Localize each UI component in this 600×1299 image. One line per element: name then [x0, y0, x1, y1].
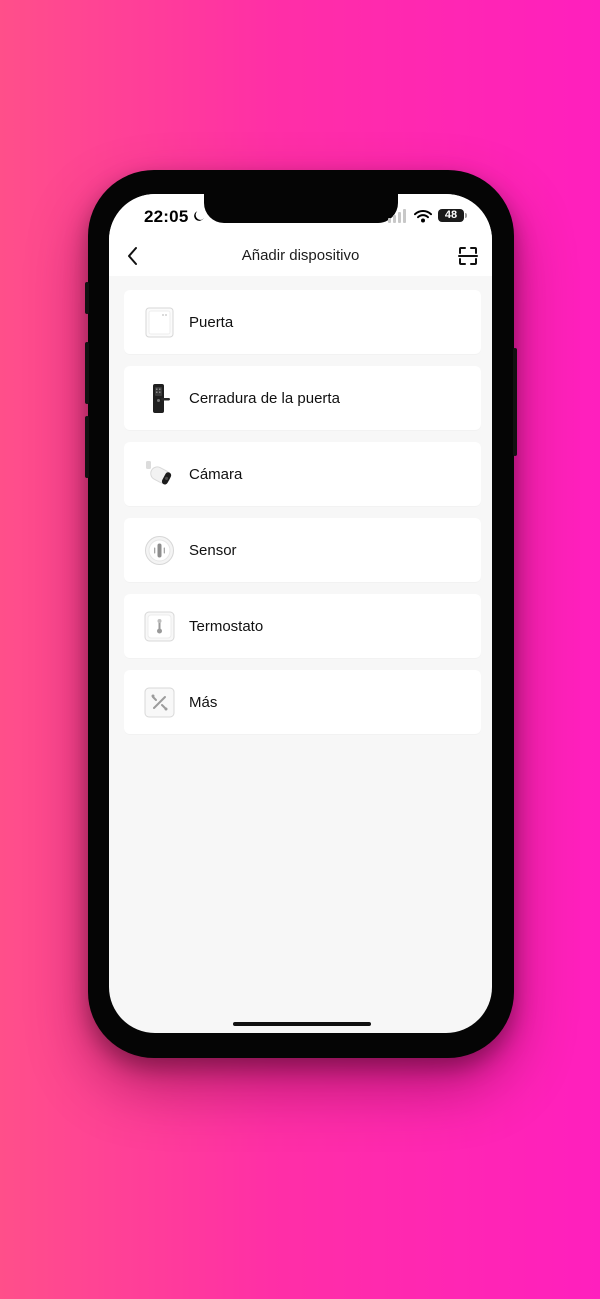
device-item-termostato[interactable]: Termostato: [124, 594, 481, 658]
navigation-bar: Añadir dispositivo: [109, 238, 492, 276]
home-indicator: [233, 1022, 371, 1026]
device-label: Más: [189, 693, 218, 711]
device-label: Termostato: [189, 617, 264, 635]
wifi-icon: [414, 210, 432, 223]
scan-button[interactable]: [454, 242, 482, 270]
status-bar: 22:05 48: [109, 194, 492, 238]
device-item-mas[interactable]: Más: [124, 670, 481, 734]
page-title: Añadir dispositivo: [241, 247, 360, 264]
volume-down-button: [85, 416, 89, 478]
device-item-camara[interactable]: Cámara: [124, 442, 481, 506]
device-item-puerta[interactable]: Puerta: [124, 290, 481, 354]
status-time: 22:05: [144, 207, 189, 226]
power-button: [513, 348, 517, 456]
signal-icon: [388, 209, 406, 223]
moon-icon: [194, 211, 204, 221]
device-item-sensor[interactable]: Sensor: [124, 518, 481, 582]
device-label: Puerta: [189, 313, 234, 331]
thermostat-icon: [144, 611, 175, 642]
silent-switch: [85, 282, 89, 314]
device-label: Cámara: [189, 465, 243, 483]
battery-indicator: 48: [438, 209, 464, 222]
phone-screen: 22:05 48 Añadir dispositivo Puerta Cerra…: [109, 194, 492, 1033]
door-lock-icon: [144, 383, 175, 414]
notch: [204, 194, 398, 223]
sensor-icon: [144, 535, 175, 566]
battery-cap: [465, 213, 467, 218]
volume-up-button: [85, 342, 89, 404]
gateway-icon: [144, 307, 175, 338]
device-label: Sensor: [189, 541, 237, 559]
scan-icon: [458, 247, 478, 265]
device-label: Cerradura de la puerta: [189, 389, 340, 407]
tools-icon: [144, 687, 175, 718]
phone-frame: 22:05 48 Añadir dispositivo Puerta Cerra…: [85, 170, 517, 1058]
camera-icon: [144, 459, 175, 490]
device-category-list: Puerta Cerradura de la puerta Cámara Sen…: [124, 290, 481, 746]
device-item-cerradura[interactable]: Cerradura de la puerta: [124, 366, 481, 430]
